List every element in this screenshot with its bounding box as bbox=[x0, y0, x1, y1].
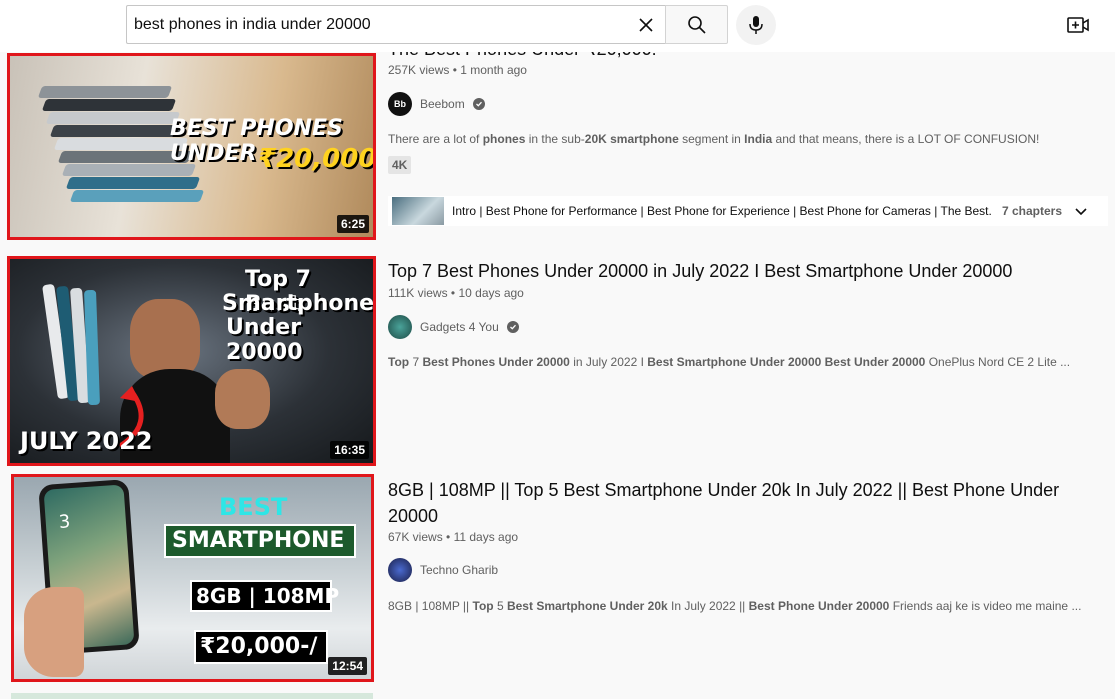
video-thumbnail-2[interactable]: Top 7 Best Smartphones Under 20000 JULY … bbox=[7, 256, 376, 466]
description-keyword: Best Phones Under 20000 bbox=[422, 355, 570, 369]
verified-check-icon bbox=[472, 98, 485, 110]
description-keyword: 20K smartphone bbox=[584, 132, 679, 146]
channel-name: Techno Gharib bbox=[420, 563, 499, 577]
view-count: 67K views bbox=[388, 530, 443, 544]
channel-link[interactable]: Bb Beebom bbox=[388, 92, 485, 116]
thumbnail-image: BEST PHONES UNDER ₹20,000! bbox=[10, 56, 373, 237]
channel-avatar bbox=[388, 315, 412, 339]
description-text: 8GB | 108MP || bbox=[388, 599, 473, 613]
view-count: 257K views bbox=[388, 63, 450, 77]
thumbnail-text-line3: Under 20000 bbox=[226, 315, 303, 365]
chapters-text: Intro | Best Phone for Performance | Bes… bbox=[452, 204, 992, 218]
video-meta: 111K views • 10 days ago bbox=[388, 286, 524, 300]
video-meta: 257K views • 1 month ago bbox=[388, 63, 527, 77]
description-text: segment in bbox=[678, 132, 745, 146]
description-text: and that means, there is a LOT OF CONFUS… bbox=[772, 132, 1040, 146]
chevron-down-icon[interactable] bbox=[1074, 204, 1088, 218]
video-thumbnail-4-partial[interactable] bbox=[11, 693, 373, 699]
search-icon bbox=[687, 15, 707, 35]
video-thumbnail-1[interactable]: BEST PHONES UNDER ₹20,000! 6:25 bbox=[7, 53, 376, 240]
view-count: 111K views bbox=[388, 286, 448, 300]
voice-search-button[interactable] bbox=[736, 5, 776, 45]
description-keyword: phones bbox=[482, 132, 526, 146]
video-meta: 67K views • 11 days ago bbox=[388, 530, 519, 544]
video-description: There are a lot of phones in the sub-20K… bbox=[388, 132, 1088, 146]
description-text: 5 bbox=[493, 599, 507, 613]
description-text: Friends aaj ke is video me maine ... bbox=[889, 599, 1082, 613]
search-input[interactable]: best phones in india under 20000 bbox=[126, 5, 665, 44]
description-keyword: Best Smartphone Under 20k bbox=[506, 599, 668, 613]
description-text: 7 bbox=[409, 355, 423, 369]
phone-date-text: 3 bbox=[58, 511, 71, 533]
video-duration: 16:35 bbox=[330, 441, 369, 459]
chapter-thumbnail bbox=[392, 197, 444, 225]
masthead: best phones in india under 20000 bbox=[0, 0, 1115, 52]
description-keyword: India bbox=[744, 132, 773, 146]
chapters-bar[interactable]: Intro | Best Phone for Performance | Bes… bbox=[388, 196, 1108, 226]
presenter-graphic bbox=[130, 299, 200, 379]
description-text: in July 2022 I bbox=[569, 355, 648, 369]
upload-age: 10 days ago bbox=[458, 286, 524, 300]
thumbnail-image: Top 7 Best Smartphones Under 20000 JULY … bbox=[10, 259, 373, 463]
chapters-count: 7 chapters bbox=[1002, 204, 1063, 218]
upload-age: 1 month ago bbox=[460, 63, 527, 77]
description-text: OnePlus Nord CE 2 Lite ... bbox=[925, 355, 1071, 369]
mic-icon bbox=[748, 15, 764, 35]
description-text: in the sub- bbox=[525, 132, 585, 146]
thumbnail-text-line4: JULY 2022 bbox=[20, 427, 153, 455]
thumbnail-text-line4: ₹20,000-/ bbox=[200, 634, 318, 659]
upload-age: 11 days ago bbox=[453, 530, 519, 544]
channel-name: Gadgets 4 You bbox=[420, 320, 499, 334]
phone-stack-graphic bbox=[37, 86, 205, 206]
verified-check-icon bbox=[506, 321, 519, 333]
video-description: 8GB | 108MP || Top 5 Best Smartphone Und… bbox=[388, 599, 1088, 613]
channel-avatar: Bb bbox=[388, 92, 412, 116]
close-icon[interactable] bbox=[635, 14, 657, 36]
description-text: In July 2022 || bbox=[667, 599, 749, 613]
description-keyword: Best Phone Under 20000 bbox=[748, 599, 890, 613]
channel-name: Beebom bbox=[420, 97, 465, 111]
thumbnail-text-line2: SMARTPHONE bbox=[172, 528, 345, 553]
thumbnail-text-line3: 8GB | 108MP bbox=[196, 584, 340, 608]
channel-link[interactable]: Gadgets 4 You bbox=[388, 315, 519, 339]
description-text: There are a lot of bbox=[388, 132, 483, 146]
description-keyword: Top bbox=[388, 355, 410, 369]
thumbnail-text-line1: BEST bbox=[219, 493, 288, 521]
search-results: BEST PHONES UNDER ₹20,000! 6:25 The Best… bbox=[0, 0, 1115, 699]
search-query-text: best phones in india under 20000 bbox=[134, 16, 371, 33]
thumbnail-image: 3 BEST SMARTPHONE 8GB | 108MP ₹20,000-/ bbox=[14, 477, 371, 679]
quality-badge: 4K bbox=[388, 156, 412, 174]
description-keyword: Best Smartphone Under 20000 Best Under 2… bbox=[647, 355, 926, 369]
thumbnail-text-line2: ₹20,000! bbox=[258, 144, 376, 174]
create-video-button[interactable] bbox=[1066, 13, 1090, 37]
thumbnail-text-line2: Smartphones bbox=[222, 291, 376, 316]
video-thumbnail-3[interactable]: 3 BEST SMARTPHONE 8GB | 108MP ₹20,000-/ … bbox=[11, 474, 374, 682]
video-title[interactable]: 8GB | 108MP || Top 5 Best Smartphone Und… bbox=[388, 477, 1068, 529]
channel-link[interactable]: Techno Gharib bbox=[388, 558, 498, 582]
description-keyword: Top bbox=[472, 599, 494, 613]
video-duration: 6:25 bbox=[336, 215, 369, 233]
create-video-icon bbox=[1067, 16, 1089, 34]
video-title[interactable]: Top 7 Best Phones Under 20000 in July 20… bbox=[388, 258, 1068, 284]
channel-avatar bbox=[388, 558, 412, 582]
video-description: Top 7 Best Phones Under 20000 in July 20… bbox=[388, 355, 1088, 369]
search-button[interactable] bbox=[665, 5, 728, 44]
video-duration: 12:54 bbox=[328, 657, 367, 675]
